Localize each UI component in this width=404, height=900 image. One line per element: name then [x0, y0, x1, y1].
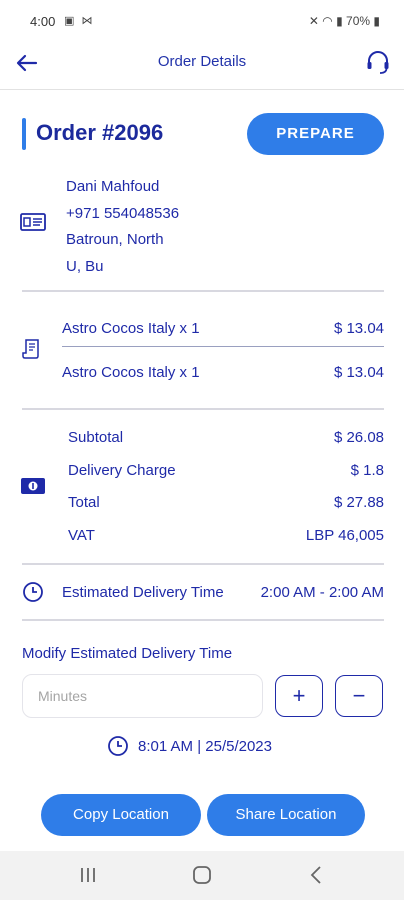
customer-address-line2: U, Bu [66, 257, 104, 275]
increase-button[interactable]: + [275, 675, 323, 717]
decrease-button[interactable]: − [335, 675, 383, 717]
order-title: Order #2096 [36, 120, 164, 145]
total-value: $ 26.08 [333, 429, 384, 446]
recents-icon[interactable] [74, 863, 102, 887]
total-value: $ 27.88 [333, 494, 384, 511]
share-location-button[interactable]: Share Location [207, 794, 365, 836]
receipt-icon [22, 339, 39, 359]
back-icon[interactable] [302, 863, 330, 887]
status-time: 4:00 [30, 14, 56, 29]
vat-row: VAT LBP 46,005 [68, 527, 384, 544]
estimated-delivery-label: Estimated Delivery Time [62, 584, 224, 601]
subtotal-row: Subtotal $ 26.08 [68, 429, 384, 446]
divider [22, 290, 384, 292]
divider [22, 563, 384, 565]
delivery-charge-row: Delivery Charge $ 1.8 [68, 462, 384, 479]
modify-estimate-label: Modify Estimated Delivery Time [22, 645, 233, 662]
prepare-button[interactable]: PREPARE [247, 113, 384, 155]
divider [22, 619, 384, 621]
minutes-input[interactable] [22, 674, 263, 718]
headset-icon[interactable] [364, 48, 392, 76]
total-label: Delivery Charge [68, 462, 176, 479]
status-bar: 4:00 ▣ ⋈ ✕ ◠ ▮ 70% ▮ [0, 0, 404, 44]
item-name: Astro Cocos Italy x 1 [62, 320, 200, 337]
order-accent-bar [22, 118, 26, 150]
total-label: Subtotal [68, 429, 124, 446]
system-nav-bar [0, 851, 404, 900]
customer-phone[interactable]: +971 554048536 [66, 201, 179, 228]
total-value: $ 1.8 [350, 462, 384, 479]
copy-location-button[interactable]: Copy Location [41, 794, 201, 836]
total-value: LBP 46,005 [305, 527, 384, 544]
item-price: $ 13.04 [333, 320, 384, 337]
divider [22, 408, 384, 410]
estimated-delivery-value: 2:00 AM - 2:00 AM [260, 584, 384, 601]
item-divider [62, 346, 384, 347]
customer-details: Dani Mahfoud +971 554048536 Batroun, Nor… [66, 174, 179, 280]
battery-icon: ▮ [370, 14, 380, 28]
total-label: Total [68, 494, 100, 511]
total-label: VAT [68, 527, 95, 544]
clock-icon [23, 582, 43, 602]
cash-icon [21, 478, 45, 494]
list-item: Astro Cocos Italy x 1 $ 13.04 [62, 364, 384, 381]
battery-level: ✕ ◠ ▮ 70% ▮ [308, 14, 380, 28]
total-row: Total $ 27.88 [68, 494, 384, 511]
notification-icons: ▣ ⋈ [64, 15, 95, 27]
page-title: Order Details [157, 53, 247, 70]
item-name: Astro Cocos Italy x 1 [62, 364, 200, 381]
list-item: Astro Cocos Italy x 1 $ 13.04 [62, 320, 384, 337]
id-card-icon [20, 213, 46, 231]
customer-name: Dani Mahfoud [66, 178, 160, 195]
order-timestamp: 8:01 AM | 25/5/2023 [138, 738, 272, 755]
item-price: $ 13.04 [333, 364, 384, 381]
customer-address-line1: Batroun, North [66, 231, 164, 248]
clock-icon [108, 736, 128, 756]
app-header: Order Details [0, 44, 404, 90]
home-icon[interactable] [188, 863, 216, 887]
signal-icons: ✕ ◠ ▮ [308, 14, 347, 28]
